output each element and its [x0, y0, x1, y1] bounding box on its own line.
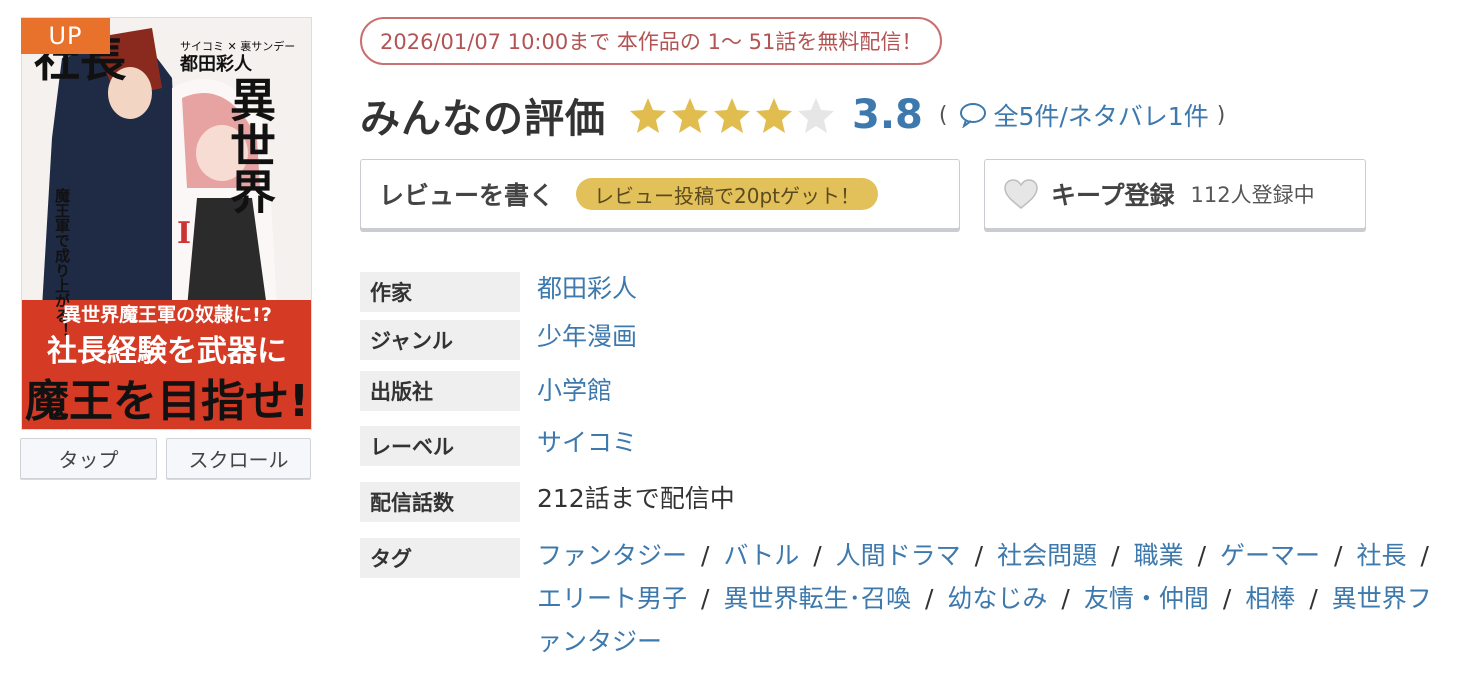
open-paren: (	[938, 102, 948, 128]
tap-button[interactable]: タップ	[20, 438, 157, 479]
author-link[interactable]: 都田彩人	[537, 272, 637, 312]
tag-separator: /	[1420, 541, 1429, 570]
star-filled-icon	[756, 98, 792, 133]
comment-icon	[960, 103, 987, 128]
tag-link[interactable]: ファンタジー	[537, 541, 687, 570]
review-point-badge: レビュー投稿で20ptゲット！	[576, 178, 879, 210]
tag-link[interactable]: 職業	[1134, 541, 1184, 570]
genre-label: ジャンル	[360, 320, 520, 360]
tag-separator: /	[1334, 541, 1343, 570]
review-count-link[interactable]: ( 全5件/ネタバレ1件 )	[939, 97, 1225, 133]
cover-tagline-2: 社長経験を武器に	[47, 334, 287, 369]
star-filled-icon	[630, 98, 666, 133]
star-empty-icon	[798, 98, 834, 133]
tag-separator: /	[1061, 584, 1070, 613]
star-filled-icon	[672, 98, 708, 133]
episodes-label: 配信話数	[360, 482, 520, 522]
cover-tagline-3: 魔王を目指せ!	[25, 376, 309, 427]
keep-count: 112人登録中	[1190, 183, 1315, 207]
tag-separator: /	[701, 584, 710, 613]
rating-title: みんなの評価	[360, 96, 606, 142]
tag-link[interactable]: ゲーマー	[1220, 541, 1320, 570]
info-row-author: 作家 都田彩人	[360, 272, 637, 312]
episodes-value: 212話まで配信中	[537, 484, 735, 513]
cover-volume: Ⅰ	[177, 216, 191, 251]
star-filled-icon	[714, 98, 750, 133]
close-paren: )	[1216, 102, 1226, 128]
tag-link[interactable]: 社会問題	[997, 541, 1097, 570]
author-label: 作家	[360, 272, 520, 312]
publisher-label: 出版社	[360, 371, 520, 411]
tag-separator: /	[1309, 584, 1318, 613]
tag-list: ファンタジー / バトル / 人間ドラマ / 社会問題 / 職業 / ゲーマー / 社長 / エリート男子 /…	[537, 534, 1447, 663]
cover-buttons: タップ スクロール	[20, 438, 311, 479]
tag-separator: /	[1197, 541, 1207, 570]
free-campaign-badge: 2026/01/07 10:00まで 本作品の 1〜 51話を無料配信！	[360, 17, 943, 65]
tag-link[interactable]: 社長	[1356, 541, 1406, 570]
up-badge: UP	[21, 18, 110, 54]
tag-separator: /	[1222, 584, 1232, 613]
tag-separator: /	[1111, 541, 1120, 570]
scroll-button[interactable]: スクロール	[166, 438, 311, 479]
tag-link[interactable]: 相棒	[1245, 584, 1295, 613]
info-row-episodes: 配信話数 212話まで配信中	[360, 482, 735, 522]
cover-title-right: 異世界	[223, 76, 277, 214]
label-label: レーベル	[360, 426, 520, 466]
genre-link[interactable]: 少年漫画	[537, 320, 637, 360]
tag-link[interactable]: エリート男子	[537, 584, 687, 613]
keep-label: キープ登録	[1051, 181, 1175, 210]
tags-label: タグ	[360, 538, 520, 578]
star-rating	[628, 95, 836, 135]
tag-separator: /	[924, 584, 934, 613]
tag-separator: /	[701, 541, 710, 570]
cover-author: 都田彩人	[179, 54, 253, 75]
heart-icon	[1004, 179, 1038, 209]
info-row-publisher: 出版社 小学館	[360, 371, 612, 411]
info-row-tags: タグ	[360, 538, 520, 578]
write-review-button[interactable]: レビューを書く レビュー投稿で20ptゲット！	[360, 159, 960, 229]
tag-link[interactable]: バトル	[723, 541, 799, 570]
book-cover-image[interactable]: 社長 異世界 サイコミ ✕ 裏サンデー 都田彩人 魔王軍で成り上がる！ Ⅰ 異世…	[21, 17, 312, 430]
write-review-label: レビューを書く	[379, 181, 555, 210]
tag-link[interactable]: 友情・仲間	[1084, 584, 1209, 613]
keep-button[interactable]: キープ登録 112人登録中	[984, 159, 1366, 229]
cover-artwork: 社長 異世界 サイコミ ✕ 裏サンデー 都田彩人 魔王軍で成り上がる！ Ⅰ 異世…	[22, 18, 311, 429]
rating-row: みんなの評価 3.8 ( 全5件/ネタバレ1件 )	[360, 86, 1225, 144]
rating-score: 3.8	[852, 92, 923, 138]
tag-link[interactable]: 異世界転生･召喚	[723, 584, 911, 613]
info-row-label: レーベル サイコミ	[360, 426, 637, 466]
info-row-genre: ジャンル 少年漫画	[360, 320, 637, 360]
cover-tagline-1: 異世界魔王軍の奴隷に!?	[62, 303, 272, 326]
tag-separator: /	[813, 541, 822, 570]
tag-separator: /	[974, 541, 984, 570]
review-count-text[interactable]: 全5件/ネタバレ1件	[993, 97, 1208, 133]
label-link[interactable]: サイコミ	[537, 426, 637, 466]
publisher-link[interactable]: 小学館	[537, 374, 612, 411]
tag-link[interactable]: 人間ドラマ	[836, 541, 961, 570]
cover-credit: サイコミ ✕ 裏サンデー	[180, 39, 295, 53]
tag-link[interactable]: 幼なじみ	[947, 584, 1047, 613]
